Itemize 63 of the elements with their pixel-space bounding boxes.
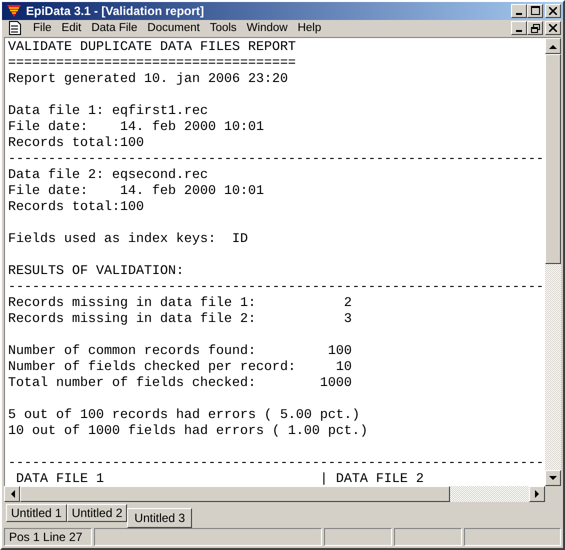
document-icon[interactable] (8, 20, 22, 36)
report-line: 5 out of 100 records had errors ( 5.00 pct.) (8, 408, 361, 424)
report-line: Records total:100 (8, 136, 145, 152)
report-line: DATA FILE 1 | DATA FILE 2 (14, 472, 425, 486)
report-line: Fields used as index keys: ID (8, 232, 249, 248)
report-line: Records total:100 (8, 200, 145, 216)
menu-item[interactable]: Edit (56, 22, 86, 34)
restore-icon (530, 24, 540, 33)
scroll-up-button[interactable] (545, 38, 561, 54)
scroll-down-button[interactable] (545, 470, 561, 486)
menu-item[interactable]: Help (292, 22, 326, 34)
down-arrow-icon (549, 476, 557, 480)
report-line: File date: 14. feb 2000 10:01 (8, 184, 265, 200)
vertical-scrollbar[interactable] (545, 38, 561, 486)
document-tab[interactable]: Untitled 1 (6, 504, 67, 522)
report-line: ------------------------------------------------------------------- (8, 456, 545, 472)
scroll-right-button[interactable] (529, 486, 545, 502)
report-line: 10 out of 1000 fields had errors ( 1.00 pct.) (8, 424, 369, 440)
restore-button[interactable] (527, 21, 543, 36)
report-line: VALIDATE DUPLICATE DATA FILES REPORT (8, 40, 297, 56)
scrollbar-thumb[interactable] (545, 54, 561, 264)
close-icon (549, 24, 557, 32)
app-logo-icon (6, 4, 22, 18)
minimize-icon (516, 12, 522, 15)
report-line: Number of fields checked per record: 10 (8, 360, 353, 376)
horizontal-scrollbar[interactable] (4, 486, 545, 502)
report-line: Data file 2: eqsecond.rec (8, 168, 209, 184)
status-position: Pos 1 Line 27 (4, 528, 92, 546)
up-arrow-icon (549, 44, 557, 48)
close-button[interactable] (545, 21, 561, 36)
menu-item[interactable]: Tools (204, 22, 242, 34)
minimize-button[interactable] (511, 21, 527, 36)
menu-item[interactable]: File (28, 22, 57, 34)
report-line: ------------------------------------------------------------------- (8, 280, 545, 296)
maximize-icon (530, 6, 540, 16)
status-panel (394, 528, 462, 546)
document-tab[interactable]: Untitled 3 (127, 508, 192, 528)
scrollbar-thumb[interactable] (20, 486, 450, 502)
report-line: Total number of fields checked: 1000 (8, 376, 353, 392)
window-title: EpiData 3.1 - [Validation report] (26, 4, 206, 18)
minimize-icon (516, 30, 522, 32)
report-line: ==================================== (8, 56, 297, 72)
report-line: Report generated 10. jan 2006 23:20 (8, 72, 289, 88)
menu-item[interactable]: Window (242, 22, 293, 34)
report-line: Records missing in data file 2: 3 (8, 312, 353, 328)
report-line: Number of common records found: 100 (8, 344, 353, 360)
close-icon (549, 6, 557, 15)
status-panel (324, 528, 392, 546)
document-tab[interactable]: Untitled 2 (66, 504, 128, 522)
left-arrow-icon (10, 490, 14, 498)
report-text-area[interactable] (5, 38, 545, 486)
close-button[interactable] (545, 4, 561, 18)
maximize-button[interactable] (527, 4, 543, 18)
report-line: Records missing in data file 1: 2 (8, 296, 353, 312)
report-line: RESULTS OF VALIDATION: (8, 264, 185, 280)
report-line: ------------------------------------------------------------------- (8, 152, 545, 168)
menu-item[interactable]: Document (142, 22, 205, 34)
menu-item[interactable]: Data File (86, 22, 142, 34)
report-line: File date: 14. feb 2000 10:01 (8, 120, 265, 136)
right-arrow-icon (534, 490, 540, 498)
minimize-button[interactable] (511, 4, 527, 18)
report-line: Data file 1: eqfirst1.rec (8, 104, 209, 120)
scroll-left-button[interactable] (4, 486, 20, 502)
